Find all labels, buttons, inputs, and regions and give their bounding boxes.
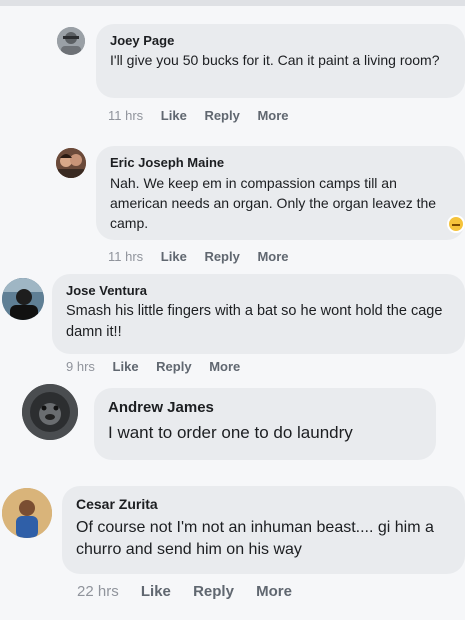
comment-cesar-zurita: Cesar Zurita Of course not I'm not an in… bbox=[0, 0, 465, 620]
more-link[interactable]: More bbox=[256, 583, 292, 600]
reply-link[interactable]: Reply bbox=[193, 583, 234, 600]
avatar[interactable] bbox=[2, 488, 52, 538]
commenter-name[interactable]: Cesar Zurita bbox=[76, 496, 465, 512]
like-link[interactable]: Like bbox=[141, 583, 171, 600]
timestamp[interactable]: 22 hrs bbox=[77, 583, 119, 600]
comment-actions: 22 hrs Like Reply More bbox=[77, 583, 306, 600]
comment-thread: Joey Page I'll give you 50 bucks for it.… bbox=[0, 0, 465, 620]
person-photo-icon bbox=[2, 488, 52, 538]
comment-text: Of course not I'm not an inhuman beast..… bbox=[76, 519, 434, 558]
comment-bubble: Cesar Zurita Of course not I'm not an in… bbox=[62, 486, 465, 574]
